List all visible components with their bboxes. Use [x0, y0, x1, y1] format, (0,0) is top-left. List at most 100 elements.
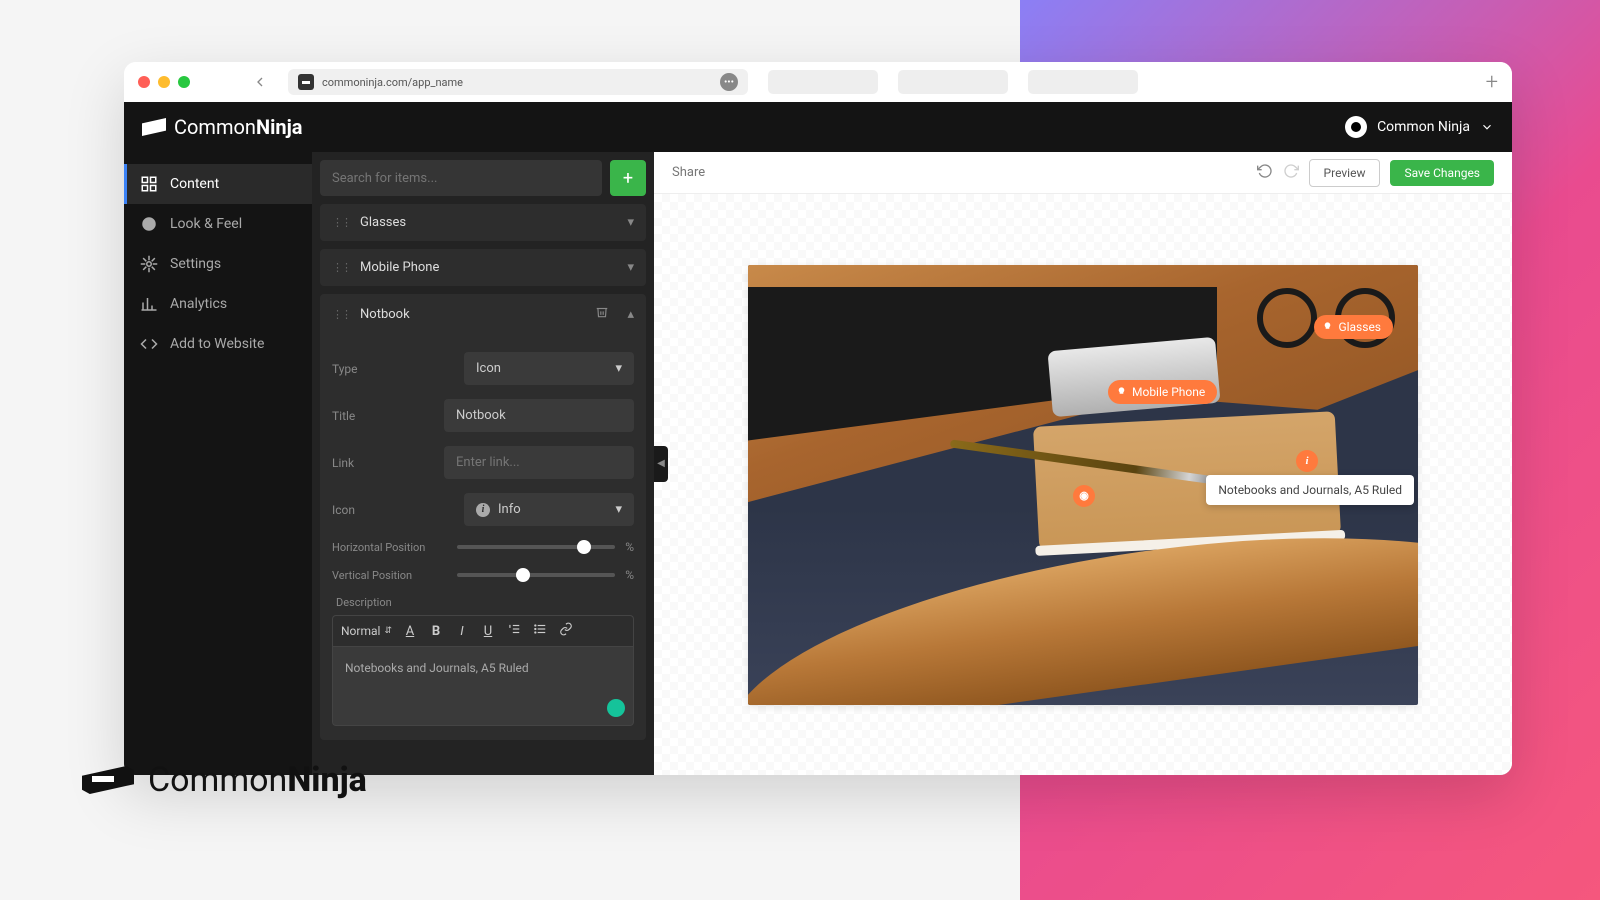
minimize-icon[interactable] — [158, 76, 170, 88]
format-select[interactable]: Normal ⇵ — [341, 624, 392, 638]
item-title: Notbook — [360, 307, 585, 322]
hpos-slider[interactable] — [457, 545, 615, 549]
chevron-down-icon[interactable]: ▾ — [627, 260, 634, 275]
user-menu[interactable]: Common Ninja — [1345, 116, 1494, 138]
link-button[interactable] — [558, 622, 574, 640]
italic-button[interactable]: I — [454, 624, 470, 639]
logo-icon — [82, 766, 134, 794]
favicon-icon — [298, 74, 314, 90]
drag-handle-icon[interactable]: ⋮⋮ — [332, 308, 350, 321]
gear-icon — [140, 255, 158, 273]
search-input[interactable] — [320, 160, 602, 196]
logo-text: CommonNinja — [174, 115, 302, 139]
app-header: CommonNinja Common Ninja — [124, 102, 1512, 152]
underline-button[interactable]: U — [480, 624, 496, 639]
title-label: Title — [332, 409, 432, 423]
chevron-down-icon: ▾ — [615, 361, 622, 376]
broadcast-icon: ◉ — [1073, 485, 1095, 507]
logo-icon — [142, 118, 166, 136]
bulb-icon — [1116, 386, 1127, 397]
drag-handle-icon[interactable]: ⋮⋮ — [332, 261, 350, 274]
more-icon[interactable]: ••• — [720, 73, 738, 91]
footer-logo-text: CommonNinja — [148, 760, 367, 800]
redo-button[interactable] — [1283, 163, 1299, 183]
icon-select[interactable]: iInfo ▾ — [464, 493, 634, 526]
grammarly-icon[interactable] — [607, 699, 625, 717]
item-card-glasses[interactable]: ⋮⋮ Glasses ▾ — [320, 204, 646, 241]
close-icon[interactable] — [138, 76, 150, 88]
hotspot-extra[interactable]: ◉ — [1073, 485, 1095, 507]
maximize-icon[interactable] — [178, 76, 190, 88]
browser-toolbar: commoninja.com/app_name ••• + — [124, 62, 1512, 102]
sidebar-item-label: Add to Website — [170, 336, 264, 352]
drag-handle-icon[interactable]: ⋮⋮ — [332, 216, 350, 229]
bold-button[interactable]: B — [428, 624, 444, 639]
canvas-wrap: Glasses Mobile Phone i ◉ — [654, 194, 1512, 775]
percent-label: % — [625, 540, 634, 554]
sidebar-item-look[interactable]: Look & Feel — [124, 204, 312, 244]
user-name: Common Ninja — [1377, 119, 1470, 135]
editor-panel: + ⋮⋮ Glasses ▾ ⋮⋮ Mobile Phone ▾ ⋮⋮ — [312, 152, 654, 775]
hpos-label: Horizontal Position — [332, 541, 447, 554]
preview-area: ◀ Share Preview Save Changes — [654, 152, 1512, 775]
back-button[interactable] — [248, 70, 272, 94]
hotspot-notebook[interactable]: i — [1296, 450, 1318, 472]
description-editor[interactable]: Notebooks and Journals, A5 Ruled — [332, 646, 634, 726]
new-tab-button[interactable]: + — [1486, 70, 1498, 95]
trash-icon[interactable] — [595, 305, 609, 323]
item-card-phone[interactable]: ⋮⋮ Mobile Phone ▾ — [320, 249, 646, 286]
sidebar-item-analytics[interactable]: Analytics — [124, 284, 312, 324]
undo-button[interactable] — [1257, 163, 1273, 183]
sidebar-item-content[interactable]: Content — [124, 164, 312, 204]
browser-tab[interactable] — [768, 70, 878, 94]
sidebar-item-label: Look & Feel — [170, 216, 242, 232]
code-icon — [140, 335, 158, 353]
chevron-down-icon: ▾ — [615, 502, 622, 517]
save-changes-button[interactable]: Save Changes — [1390, 160, 1494, 186]
vpos-slider[interactable] — [457, 573, 615, 577]
percent-label: % — [625, 568, 634, 582]
bulb-icon — [1322, 321, 1333, 332]
text-color-button[interactable]: A — [402, 624, 418, 639]
url-text: commoninja.com/app_name — [322, 76, 712, 89]
grid-icon — [140, 175, 158, 193]
item-card-notebook: ⋮⋮ Notbook ▴ Type Icon ▾ — [320, 294, 646, 740]
sidebar-item-embed[interactable]: Add to Website — [124, 324, 312, 364]
link-input[interactable] — [444, 446, 634, 479]
sidebar-item-label: Settings — [170, 256, 221, 272]
browser-tab[interactable] — [898, 70, 1008, 94]
sidebar-item-label: Analytics — [170, 296, 227, 312]
type-select[interactable]: Icon ▾ — [464, 352, 634, 385]
preview-canvas[interactable]: Glasses Mobile Phone i ◉ — [748, 265, 1418, 705]
preview-button[interactable]: Preview — [1309, 159, 1381, 187]
chevron-up-icon[interactable]: ▴ — [627, 307, 634, 322]
sidebar: Content Look & Feel Settings Analytics A… — [124, 152, 312, 775]
chart-icon — [140, 295, 158, 313]
hotspot-phone[interactable]: Mobile Phone — [1108, 380, 1217, 404]
add-item-button[interactable]: + — [610, 160, 646, 196]
info-icon: i — [476, 503, 490, 517]
chevron-down-icon[interactable]: ▾ — [627, 215, 634, 230]
editor-toolbar: Normal ⇵ A B I U — [332, 615, 634, 646]
hotspot-glasses[interactable]: Glasses — [1314, 315, 1393, 339]
item-form: Type Icon ▾ Title Link — [320, 334, 646, 740]
icon-label: Icon — [332, 503, 452, 517]
title-input[interactable] — [444, 399, 634, 432]
hotspot-tooltip: Notebooks and Journals, A5 Ruled — [1206, 475, 1414, 505]
browser-tab[interactable] — [1028, 70, 1138, 94]
app-logo[interactable]: CommonNinja — [142, 115, 302, 139]
window-controls — [138, 76, 190, 88]
vpos-label: Vertical Position — [332, 569, 447, 582]
footer-logo: CommonNinja — [82, 760, 367, 800]
unordered-list-button[interactable] — [532, 622, 548, 640]
address-bar[interactable]: commoninja.com/app_name ••• — [288, 69, 748, 95]
collapse-panel-button[interactable]: ◀ — [654, 446, 668, 482]
type-label: Type — [332, 362, 452, 376]
ordered-list-button[interactable] — [506, 622, 522, 640]
chevron-down-icon — [1480, 120, 1494, 134]
sidebar-item-settings[interactable]: Settings — [124, 244, 312, 284]
preview-toolbar: Share Preview Save Changes — [654, 152, 1512, 194]
share-button[interactable]: Share — [672, 165, 705, 180]
info-icon: i — [1296, 450, 1318, 472]
item-title: Glasses — [360, 215, 617, 230]
